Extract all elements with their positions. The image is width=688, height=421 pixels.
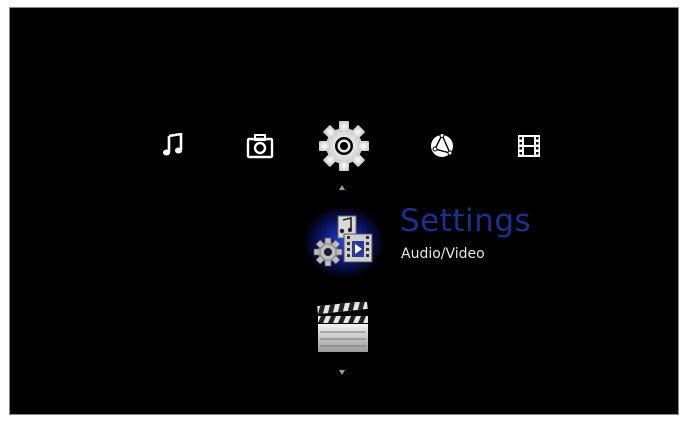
camera-icon[interactable]	[246, 132, 274, 160]
film-strip-icon[interactable]	[515, 132, 543, 160]
music-note-icon[interactable]	[160, 132, 186, 158]
audio-video-settings-icon	[313, 215, 373, 267]
media-menu-screen: Settings Audio/Video	[9, 7, 679, 415]
next-entry[interactable]	[315, 300, 371, 354]
globe-icon[interactable]	[428, 132, 456, 160]
selected-entry-subtitle: Audio/Video	[401, 246, 485, 262]
clapperboard-icon	[317, 300, 368, 352]
scroll-up-arrow-icon[interactable]	[339, 185, 345, 190]
scroll-down-arrow-icon[interactable]	[339, 370, 345, 375]
selected-entry[interactable]	[304, 206, 384, 278]
gear-icon[interactable]	[316, 118, 372, 174]
selected-entry-title: Settings	[400, 203, 532, 239]
